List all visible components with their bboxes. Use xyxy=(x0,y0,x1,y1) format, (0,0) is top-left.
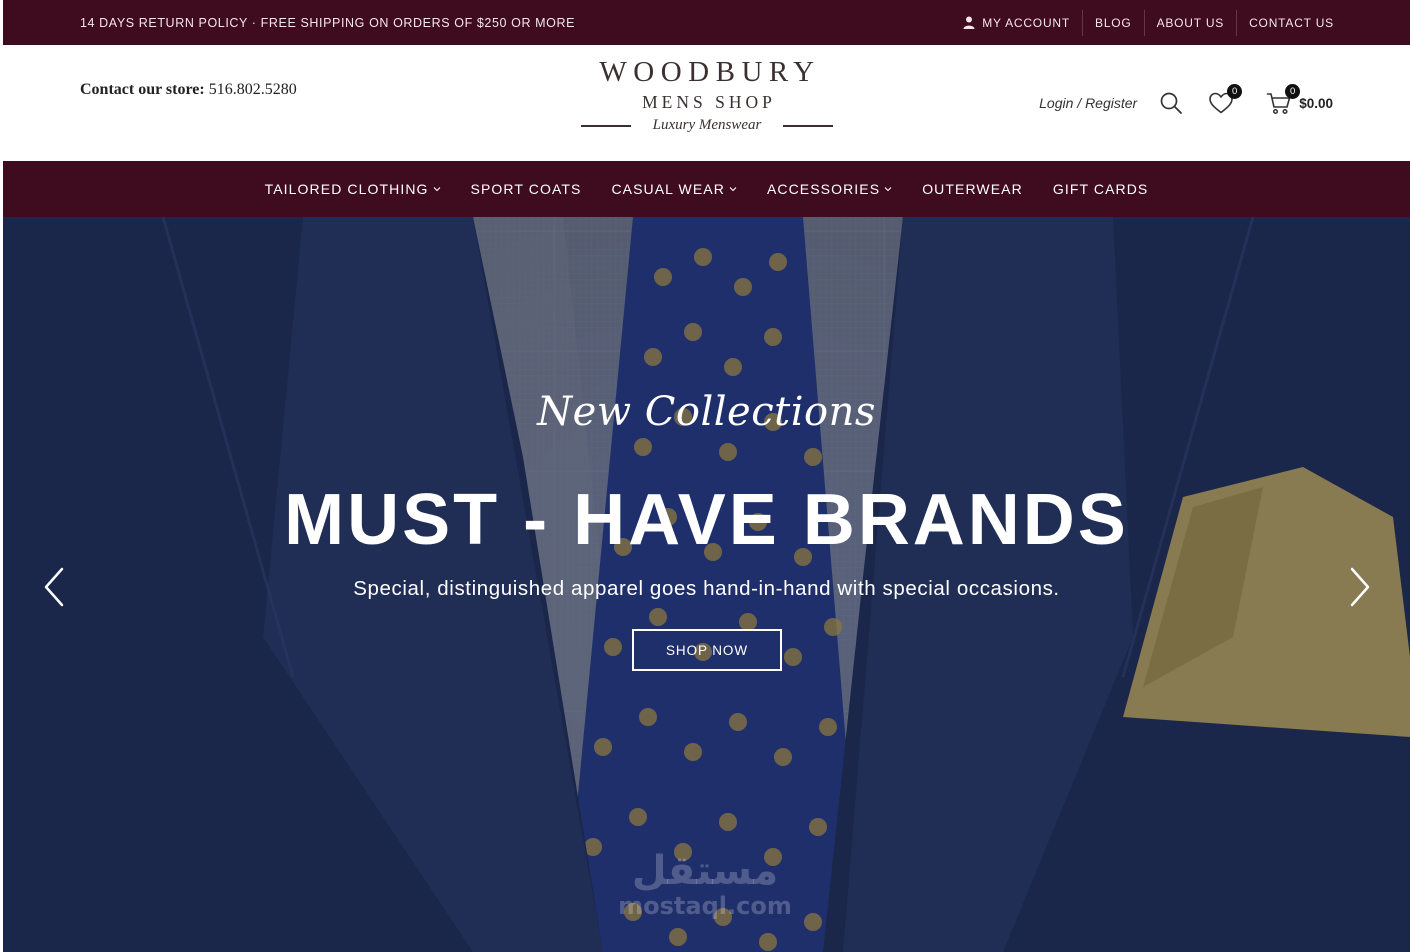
store-contact-label: Contact our store: xyxy=(80,81,205,98)
watermark-latin: mostaql.com xyxy=(618,892,792,920)
hero-heading: MUST - HAVE BRANDS xyxy=(284,480,1129,560)
nav-item-label: CASUAL WEAR xyxy=(611,181,725,197)
cart-count-badge: 0 xyxy=(1285,84,1301,99)
logo-rule-right xyxy=(783,124,833,127)
nav-item-sport-coats[interactable]: SPORT COATS xyxy=(456,181,597,197)
promo-text: 14 DAYS RETURN POLICY · FREE SHIPPING ON… xyxy=(80,15,576,30)
search-button[interactable] xyxy=(1157,89,1185,117)
my-account-label: MY ACCOUNT xyxy=(982,15,1071,30)
slider-prev-button[interactable] xyxy=(39,565,69,609)
site-logo[interactable]: WOODBURY MENS SHOP Luxury Menswear xyxy=(581,57,833,149)
nav-item-tailored-clothing[interactable]: TAILORED CLOTHING xyxy=(250,181,456,197)
cart-total[interactable]: $0.00 xyxy=(1299,96,1333,111)
wishlist-button[interactable]: 0 xyxy=(1207,84,1243,117)
nav-item-label: SPORT COATS xyxy=(470,181,582,197)
nav-item-label: OUTERWEAR xyxy=(922,181,1023,197)
search-icon xyxy=(1160,92,1183,114)
shop-now-button[interactable]: SHOP NOW xyxy=(632,629,782,671)
store-phone[interactable]: 516.802.5280 xyxy=(209,81,297,98)
logo-tagline-row: Luxury Menswear xyxy=(581,117,833,134)
login-register-link[interactable]: Login / Register xyxy=(1039,95,1137,111)
nav-item-label: ACCESSORIES xyxy=(766,181,881,197)
wishlist-count-badge: 0 xyxy=(1227,84,1243,99)
hero-slider: New Collections MUST - HAVE BRANDS Speci… xyxy=(3,217,1410,952)
hero-subheading: Special, distinguished apparel goes hand… xyxy=(353,577,1060,600)
about-us-link[interactable]: ABOUT US xyxy=(1143,9,1237,36)
header-actions: Login / Register 0 0 $0.00 xyxy=(1039,84,1333,121)
main-navigation: TAILORED CLOTHING SPORT COATS CASUAL WEA… xyxy=(3,161,1410,217)
logo-rule-left xyxy=(581,124,631,127)
watermark: مستقل mostaql.com xyxy=(615,849,795,919)
top-links: MY ACCOUNT BLOG ABOUT US CONTACT US xyxy=(951,0,1334,45)
logo-main-text: WOODBURY xyxy=(599,56,821,88)
nav-item-accessories[interactable]: ACCESSORIES xyxy=(752,181,907,197)
cart-button[interactable]: 0 xyxy=(1265,84,1301,117)
top-bar: 14 DAYS RETURN POLICY · FREE SHIPPING ON… xyxy=(3,0,1410,45)
watermark-arabic: مستقل xyxy=(631,848,779,894)
contact-us-link[interactable]: CONTACT US xyxy=(1236,9,1334,36)
nav-item-label: TAILORED CLOTHING xyxy=(264,181,429,197)
my-account-link[interactable]: MY ACCOUNT xyxy=(951,10,1082,36)
nav-item-casual-wear[interactable]: CASUAL WEAR xyxy=(596,181,752,197)
store-contact: Contact our store: 516.802.5280 xyxy=(80,81,297,99)
hero-script-title: New Collections xyxy=(537,389,876,435)
logo-tagline: Luxury Menswear xyxy=(652,117,762,133)
logo-sub-text: MENS SHOP xyxy=(642,92,776,112)
site-header: Contact our store: 516.802.5280 WOODBURY… xyxy=(3,45,1410,161)
user-icon xyxy=(963,16,975,29)
chevron-down-icon xyxy=(729,187,737,192)
chevron-down-icon xyxy=(884,187,892,192)
chevron-down-icon xyxy=(433,187,440,192)
chevron-left-icon xyxy=(44,567,64,607)
nav-item-outerwear[interactable]: OUTERWEAR xyxy=(907,181,1038,197)
nav-item-gift-cards[interactable]: GIFT CARDS xyxy=(1038,181,1164,197)
chevron-right-icon xyxy=(1350,567,1370,607)
slider-next-button[interactable] xyxy=(1345,565,1375,609)
blog-link[interactable]: BLOG xyxy=(1082,9,1144,36)
nav-item-label: GIFT CARDS xyxy=(1052,181,1149,197)
